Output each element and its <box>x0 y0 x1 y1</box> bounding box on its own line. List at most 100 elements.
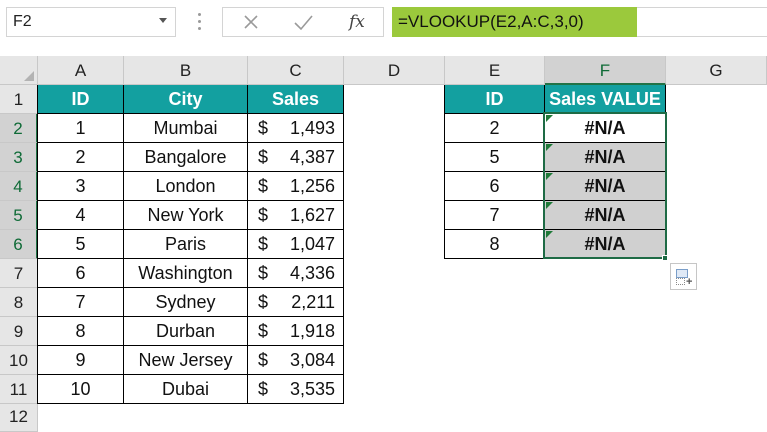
checkmark-icon[interactable] <box>289 11 319 35</box>
sales-amount: 2,211 <box>291 292 335 312</box>
chevron-down-icon[interactable] <box>159 18 167 23</box>
row-header-11[interactable]: 11 <box>0 375 38 404</box>
row-header-5[interactable]: 5 <box>0 201 38 230</box>
sales-amount: 3,535 <box>289 379 335 399</box>
error-indicator-icon[interactable] <box>546 231 553 238</box>
error-indicator-icon[interactable] <box>546 115 553 122</box>
cell-city[interactable]: Sydney <box>124 288 248 317</box>
error-indicator-icon[interactable] <box>546 202 553 209</box>
lookup-result-cell[interactable]: #N/A <box>545 201 666 230</box>
fill-handle[interactable] <box>662 255 668 261</box>
right-header-sales-value[interactable]: Sales VALUE <box>545 85 666 114</box>
cell-sales[interactable]: $1,627 <box>248 201 344 230</box>
right-header-id[interactable]: ID <box>445 85 545 114</box>
cell-sales[interactable]: $1,047 <box>248 230 344 259</box>
left-header-id[interactable]: ID <box>38 85 124 114</box>
row-header-8[interactable]: 8 <box>0 288 38 317</box>
right-table-border <box>444 85 445 259</box>
name-box[interactable]: F2 <box>6 7 176 37</box>
cell-id[interactable]: 2 <box>38 143 124 172</box>
error-indicator-icon[interactable] <box>546 173 553 180</box>
cell-sales[interactable]: $1,493 <box>248 114 344 143</box>
cell-city[interactable]: Washington <box>124 259 248 288</box>
currency-symbol: $ <box>258 118 269 138</box>
cell-id[interactable]: 1 <box>38 114 124 143</box>
cell-sales[interactable]: $1,256 <box>248 172 344 201</box>
sales-amount: 1,627 <box>289 205 335 225</box>
cell-city[interactable]: London <box>124 172 248 201</box>
cell-id[interactable]: 6 <box>38 259 124 288</box>
cell-city[interactable]: Dubai <box>124 375 248 404</box>
currency-symbol: $ <box>258 234 269 254</box>
cell-id[interactable]: 4 <box>38 201 124 230</box>
cell-city[interactable]: New York <box>124 201 248 230</box>
row-header-10[interactable]: 10 <box>0 346 38 375</box>
error-indicator-icon[interactable] <box>546 144 553 151</box>
cell-city[interactable]: Paris <box>124 230 248 259</box>
cell-id[interactable]: 5 <box>38 230 124 259</box>
lookup-result-cell[interactable]: #N/A <box>545 143 666 172</box>
row-header-7[interactable]: 7 <box>0 259 38 288</box>
lookup-result-cell[interactable]: #N/A <box>545 230 666 259</box>
currency-symbol: $ <box>258 379 269 399</box>
sales-amount: 1,256 <box>289 176 335 196</box>
currency-symbol: $ <box>258 263 269 283</box>
left-header-sales[interactable]: Sales <box>248 85 344 114</box>
left-header-city[interactable]: City <box>124 85 248 114</box>
lookup-id-cell[interactable]: 8 <box>445 230 545 259</box>
formula-input-rest[interactable] <box>637 7 767 37</box>
cell-id[interactable]: 7 <box>38 288 124 317</box>
cell-id[interactable]: 10 <box>38 375 124 404</box>
column-header-e[interactable]: E <box>445 56 545 85</box>
column-header-d[interactable]: D <box>344 56 445 85</box>
currency-symbol: $ <box>258 147 269 167</box>
cell-city[interactable]: Durban <box>124 317 248 346</box>
sales-amount: 4,336 <box>289 263 335 283</box>
cell-city[interactable]: Mumbai <box>124 114 248 143</box>
row-header-2[interactable]: 2 <box>0 114 38 143</box>
lookup-id-cell[interactable]: 7 <box>445 201 545 230</box>
column-header-c[interactable]: C <box>248 56 344 85</box>
cell-sales[interactable]: $3,084 <box>248 346 344 375</box>
cell-sales[interactable]: $2,211 <box>248 288 344 317</box>
lookup-id-cell[interactable]: 6 <box>445 172 545 201</box>
currency-symbol: $ <box>258 350 269 370</box>
row-header-6[interactable]: 6 <box>0 230 38 259</box>
cell-sales[interactable]: $4,387 <box>248 143 344 172</box>
left-table-border <box>37 85 38 404</box>
formula-buttons: fx <box>222 7 384 37</box>
fx-icon[interactable]: fx <box>341 11 371 35</box>
row-header-3[interactable]: 3 <box>0 143 38 172</box>
row-header-12[interactable]: 12 <box>0 404 38 432</box>
select-all-button[interactable] <box>0 56 38 85</box>
lookup-result-cell[interactable]: #N/A <box>545 114 666 143</box>
column-header-f[interactable]: F <box>545 56 666 85</box>
cell-id[interactable]: 9 <box>38 346 124 375</box>
grip-icon[interactable] <box>198 13 202 33</box>
cell-sales[interactable]: $1,918 <box>248 317 344 346</box>
formula-input[interactable]: =VLOOKUP(E2,A:C,3,0) <box>392 7 637 37</box>
row-header-4[interactable]: 4 <box>0 172 38 201</box>
x-icon[interactable] <box>237 11 267 35</box>
row-header-1[interactable]: 1 <box>0 85 38 114</box>
sales-amount: 4,387 <box>289 147 335 167</box>
lookup-id-cell[interactable]: 5 <box>445 143 545 172</box>
cell-city[interactable]: Bangalore <box>124 143 248 172</box>
lookup-id-cell[interactable]: 2 <box>445 114 545 143</box>
cell-sales[interactable]: $4,336 <box>248 259 344 288</box>
quick-analysis-button[interactable]: + <box>670 263 697 290</box>
select-all-icon <box>24 71 34 81</box>
sales-amount: 1,047 <box>289 234 335 254</box>
cell-id[interactable]: 3 <box>38 172 124 201</box>
fx-label: fx <box>349 12 365 32</box>
column-header-b[interactable]: B <box>124 56 248 85</box>
error-value: #N/A <box>584 118 626 138</box>
cell-id[interactable]: 8 <box>38 317 124 346</box>
row-header-9[interactable]: 9 <box>0 317 38 346</box>
column-header-a[interactable]: A <box>38 56 124 85</box>
cell-sales[interactable]: $3,535 <box>248 375 344 404</box>
lookup-result-cell[interactable]: #N/A <box>545 172 666 201</box>
column-header-g[interactable]: G <box>666 56 767 85</box>
cell-city[interactable]: New Jersey <box>124 346 248 375</box>
worksheet-grid: A B C D E F G 1 2 3 4 5 6 7 8 9 10 11 12… <box>0 56 767 432</box>
